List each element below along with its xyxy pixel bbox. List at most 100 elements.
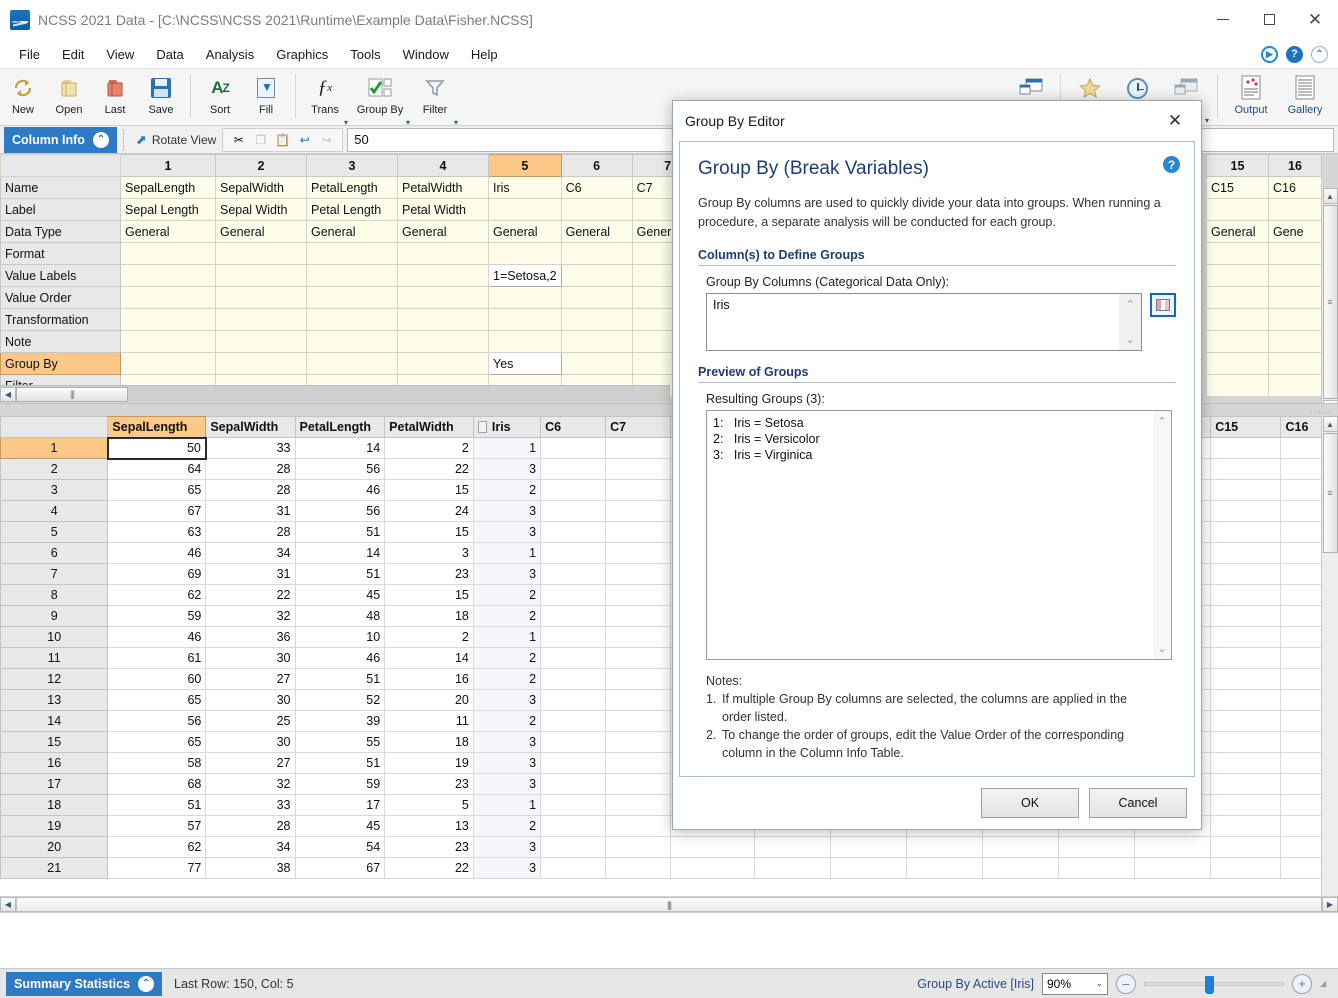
cell-iris[interactable]: 3 xyxy=(473,858,540,879)
cell-iris[interactable]: 2 xyxy=(473,648,540,669)
menu-window[interactable]: Window xyxy=(392,43,460,66)
zoom-slider[interactable] xyxy=(1144,982,1284,986)
cell-sepallength[interactable]: 67 xyxy=(108,501,206,522)
colinfo-rowhdr-datatype[interactable]: Data Type xyxy=(1,221,121,243)
menu-data[interactable]: Data xyxy=(145,43,194,66)
cell-empty[interactable] xyxy=(541,732,606,753)
cell-empty[interactable] xyxy=(606,669,671,690)
cell-empty[interactable] xyxy=(983,858,1059,879)
cell-sepalwidth[interactable]: 22 xyxy=(206,585,295,606)
cell-sepallength[interactable]: 65 xyxy=(108,480,206,501)
colinfo-transformation-4[interactable] xyxy=(398,309,489,331)
cell-empty[interactable] xyxy=(541,438,606,459)
colinfo-r15-tr[interactable] xyxy=(1207,309,1269,331)
cell-empty[interactable] xyxy=(541,711,606,732)
cut-icon[interactable]: ✂ xyxy=(231,132,246,147)
cell-empty[interactable] xyxy=(541,543,606,564)
colinfo-note-5[interactable] xyxy=(489,331,562,353)
cell-empty[interactable] xyxy=(1211,774,1281,795)
datagrid-scroll-left-button[interactable]: ◀ xyxy=(0,897,16,912)
colinfo-datatype-4[interactable]: General xyxy=(398,221,489,243)
cell-empty[interactable] xyxy=(983,837,1059,858)
run-icon[interactable]: ▶ xyxy=(1261,46,1278,63)
colinfo-scroll-up-button[interactable]: ▲ xyxy=(1323,188,1338,204)
cell-empty[interactable] xyxy=(1211,522,1281,543)
menu-analysis[interactable]: Analysis xyxy=(195,43,265,66)
colinfo-label-15[interactable] xyxy=(1207,199,1269,221)
ok-button[interactable]: OK xyxy=(981,788,1079,818)
colinfo-r16-vo[interactable] xyxy=(1269,287,1322,309)
cell-empty[interactable] xyxy=(1211,816,1281,837)
rotate-view-button[interactable]: ⬈ Rotate View xyxy=(130,132,222,148)
cell-sepallength[interactable]: 62 xyxy=(108,585,206,606)
data-grid-hscrollbar[interactable]: ◀ ||| ▶ xyxy=(0,896,1338,913)
cell-iris[interactable]: 1 xyxy=(473,627,540,648)
cell-sepalwidth[interactable]: 38 xyxy=(206,858,295,879)
cell-empty[interactable] xyxy=(1211,627,1281,648)
colinfo-rowhdr-name[interactable]: Name xyxy=(1,177,121,199)
colinfo-r15-filter[interactable] xyxy=(1207,375,1269,397)
menu-edit[interactable]: Edit xyxy=(51,43,95,66)
cell-empty[interactable] xyxy=(831,858,907,879)
row-number[interactable]: 13 xyxy=(1,690,108,711)
colinfo-label-16[interactable] xyxy=(1269,199,1322,221)
cell-petalwidth[interactable]: 20 xyxy=(385,690,474,711)
colinfo-col-2[interactable]: 2 xyxy=(216,155,307,177)
cell-empty[interactable] xyxy=(1059,858,1135,879)
cell-petallength[interactable]: 52 xyxy=(295,690,385,711)
colinfo-rowhdr-groupby[interactable]: Group By xyxy=(1,353,121,375)
cell-iris[interactable]: 3 xyxy=(473,732,540,753)
colinfo-col-6[interactable]: 6 xyxy=(561,155,632,177)
cell-petalwidth[interactable]: 5 xyxy=(385,795,474,816)
colinfo-label-4[interactable]: Petal Width xyxy=(398,199,489,221)
cell-empty[interactable] xyxy=(1211,543,1281,564)
cell-empty[interactable] xyxy=(541,627,606,648)
colinfo-rowhdr-valueorder[interactable]: Value Order xyxy=(1,287,121,309)
cell-empty[interactable] xyxy=(541,459,606,480)
colinfo-format-4[interactable] xyxy=(398,243,489,265)
cell-empty[interactable] xyxy=(1211,648,1281,669)
cell-sepallength[interactable]: 59 xyxy=(108,606,206,627)
colinfo-r16-tr[interactable] xyxy=(1269,309,1322,331)
colinfo-transformation-2[interactable] xyxy=(216,309,307,331)
cell-empty[interactable] xyxy=(606,858,671,879)
colinfo-rowhdr-format[interactable]: Format xyxy=(1,243,121,265)
colinfo-groupby-6[interactable] xyxy=(561,353,632,375)
cell-sepalwidth[interactable]: 30 xyxy=(206,690,295,711)
row-number[interactable]: 1 xyxy=(1,438,108,459)
datagrid-header-c7[interactable]: C7 xyxy=(606,417,671,438)
cell-empty[interactable] xyxy=(606,753,671,774)
colinfo-name-2[interactable]: SepalWidth xyxy=(216,177,307,199)
cell-petalwidth[interactable]: 23 xyxy=(385,564,474,585)
chevron-up-icon-listbox[interactable]: ⌃ xyxy=(1125,298,1134,311)
cell-sepallength[interactable]: 61 xyxy=(108,648,206,669)
row-number[interactable]: 14 xyxy=(1,711,108,732)
cell-empty[interactable] xyxy=(671,858,755,879)
sort-button[interactable]: AZ Sort xyxy=(197,69,243,125)
colinfo-groupby-1[interactable] xyxy=(121,353,216,375)
cell-sepallength[interactable]: 68 xyxy=(108,774,206,795)
cell-empty[interactable] xyxy=(606,564,671,585)
datagrid-header-petallength[interactable]: PetalLength xyxy=(295,417,385,438)
colinfo-name-1[interactable]: SepalLength xyxy=(121,177,216,199)
cell-iris[interactable]: 2 xyxy=(473,711,540,732)
colinfo-valueorder-3[interactable] xyxy=(307,287,398,309)
cell-petallength[interactable]: 51 xyxy=(295,564,385,585)
cell-petallength[interactable]: 55 xyxy=(295,732,385,753)
colinfo-valueorder-5[interactable] xyxy=(489,287,562,309)
cell-iris[interactable]: 3 xyxy=(473,753,540,774)
redo-icon[interactable]: ↪ xyxy=(319,132,334,147)
colinfo-transformation-3[interactable] xyxy=(307,309,398,331)
minimize-button[interactable] xyxy=(1200,0,1246,40)
cell-empty[interactable] xyxy=(606,690,671,711)
cell-empty[interactable] xyxy=(606,501,671,522)
colinfo-valuelabels-4[interactable] xyxy=(398,265,489,287)
cell-sepalwidth[interactable]: 32 xyxy=(206,774,295,795)
cell-petalwidth[interactable]: 18 xyxy=(385,606,474,627)
row-number[interactable]: 5 xyxy=(1,522,108,543)
cell-petallength[interactable]: 48 xyxy=(295,606,385,627)
cell-petallength[interactable]: 46 xyxy=(295,480,385,501)
cell-empty[interactable] xyxy=(1211,753,1281,774)
cell-petalwidth[interactable]: 11 xyxy=(385,711,474,732)
menu-view[interactable]: View xyxy=(95,43,145,66)
